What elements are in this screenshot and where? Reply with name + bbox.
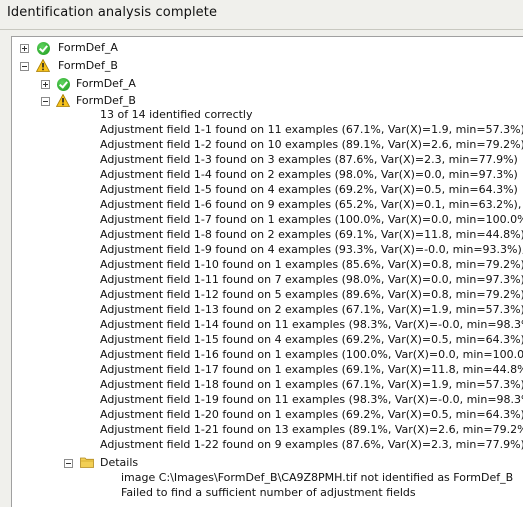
field-line[interactable]: Adjustment field 1-9 found on 4 examples…	[100, 243, 523, 257]
field-line[interactable]: Adjustment field 1-3 found on 3 examples…	[100, 153, 518, 167]
field-line[interactable]: Adjustment field 1-10 found on 1 example…	[100, 258, 523, 272]
check-icon	[57, 78, 70, 91]
results-tree[interactable]: FormDef_A FormDef_B FormDef_A FormDef_B …	[11, 36, 523, 507]
field-line[interactable]: Adjustment field 1-14 found on 11 exampl…	[100, 318, 523, 332]
node-label[interactable]: FormDef_B	[76, 94, 136, 108]
node-label[interactable]: FormDef_A	[58, 41, 118, 55]
dialog-title-bar: Identification analysis complete	[0, 0, 523, 30]
collapse-icon[interactable]	[64, 459, 73, 468]
field-line[interactable]: Adjustment field 1-13 found on 2 example…	[100, 303, 523, 317]
field-line[interactable]: Adjustment field 1-15 found on 4 example…	[100, 333, 523, 347]
title-separator	[0, 29, 523, 30]
field-line[interactable]: Adjustment field 1-17 found on 1 example…	[100, 363, 523, 377]
field-line[interactable]: Adjustment field 1-2 found on 10 example…	[100, 138, 523, 152]
detail-line[interactable]: Failed to find a sufficient number of ad…	[121, 486, 416, 500]
field-line[interactable]: Adjustment field 1-1 found on 11 example…	[100, 123, 523, 137]
field-line[interactable]: Adjustment field 1-7 found on 1 examples…	[100, 213, 523, 227]
expand-icon[interactable]	[20, 44, 29, 53]
field-line[interactable]: Adjustment field 1-12 found on 5 example…	[100, 288, 523, 302]
node-label[interactable]: FormDef_B	[58, 59, 118, 73]
dialog-title: Identification analysis complete	[7, 5, 218, 20]
expand-icon[interactable]	[41, 80, 50, 89]
folder-icon	[80, 457, 94, 468]
field-line[interactable]: Adjustment field 1-4 found on 2 examples…	[100, 168, 518, 182]
field-line[interactable]: Adjustment field 1-21 found on 13 exampl…	[100, 423, 523, 437]
warning-icon	[56, 94, 70, 107]
field-line[interactable]: Adjustment field 1-16 found on 1 example…	[100, 348, 523, 362]
field-line[interactable]: Adjustment field 1-5 found on 4 examples…	[100, 183, 518, 197]
check-icon	[37, 42, 50, 55]
field-line[interactable]: Adjustment field 1-11 found on 7 example…	[100, 273, 523, 287]
field-line[interactable]: Adjustment field 1-18 found on 1 example…	[100, 378, 523, 392]
node-label[interactable]: FormDef_A	[76, 77, 136, 91]
warning-icon	[36, 59, 50, 72]
field-line[interactable]: Adjustment field 1-8 found on 2 examples…	[100, 228, 523, 242]
detail-line[interactable]: image C:\Images\FormDef_B\CA9Z8PMH.tif n…	[121, 471, 513, 485]
summary-line[interactable]: 13 of 14 identified correctly	[100, 108, 253, 122]
field-line[interactable]: Adjustment field 1-22 found on 9 example…	[100, 438, 523, 452]
collapse-icon[interactable]	[41, 97, 50, 106]
collapse-icon[interactable]	[20, 62, 29, 71]
field-line[interactable]: Adjustment field 1-6 found on 9 examples…	[100, 198, 523, 212]
field-line[interactable]: Adjustment field 1-19 found on 11 exampl…	[100, 393, 523, 407]
field-line[interactable]: Adjustment field 1-20 found on 1 example…	[100, 408, 523, 422]
node-label[interactable]: Details	[100, 456, 138, 470]
